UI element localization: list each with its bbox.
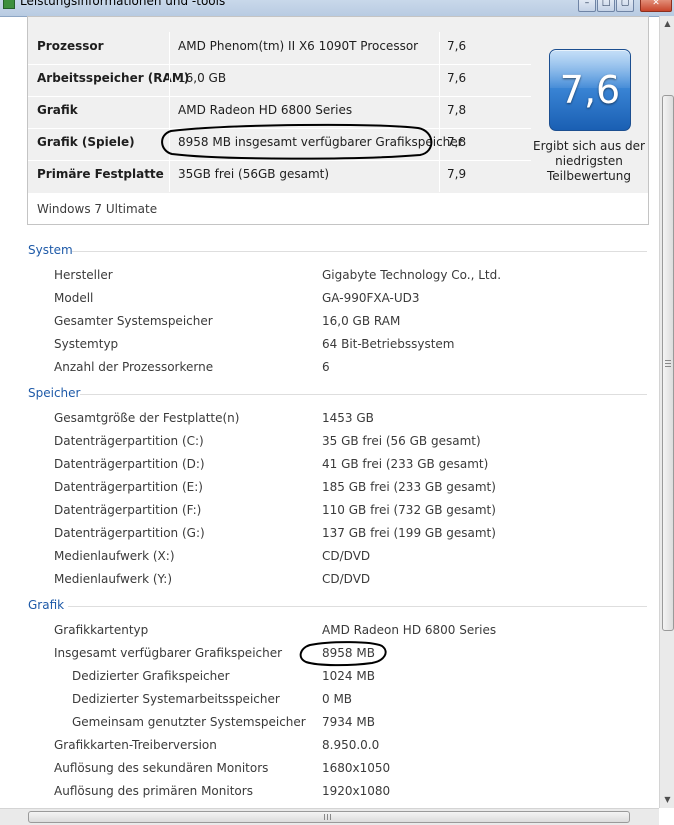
annotation-ellipse-graphics-memory	[299, 641, 387, 667]
vertical-scroll-thumb[interactable]	[662, 95, 674, 631]
vertical-scrollbar[interactable]: ▲ ▼	[659, 16, 674, 808]
annotation-overlay	[161, 123, 433, 667]
annotation-ellipse-gaming-graphics	[161, 123, 433, 160]
horizontal-scroll-thumb[interactable]	[28, 811, 630, 823]
horizontal-scrollbar[interactable]	[0, 808, 659, 825]
scroll-down-arrow-icon[interactable]: ▼	[660, 792, 674, 808]
scroll-up-arrow-icon[interactable]: ▲	[660, 16, 674, 32]
